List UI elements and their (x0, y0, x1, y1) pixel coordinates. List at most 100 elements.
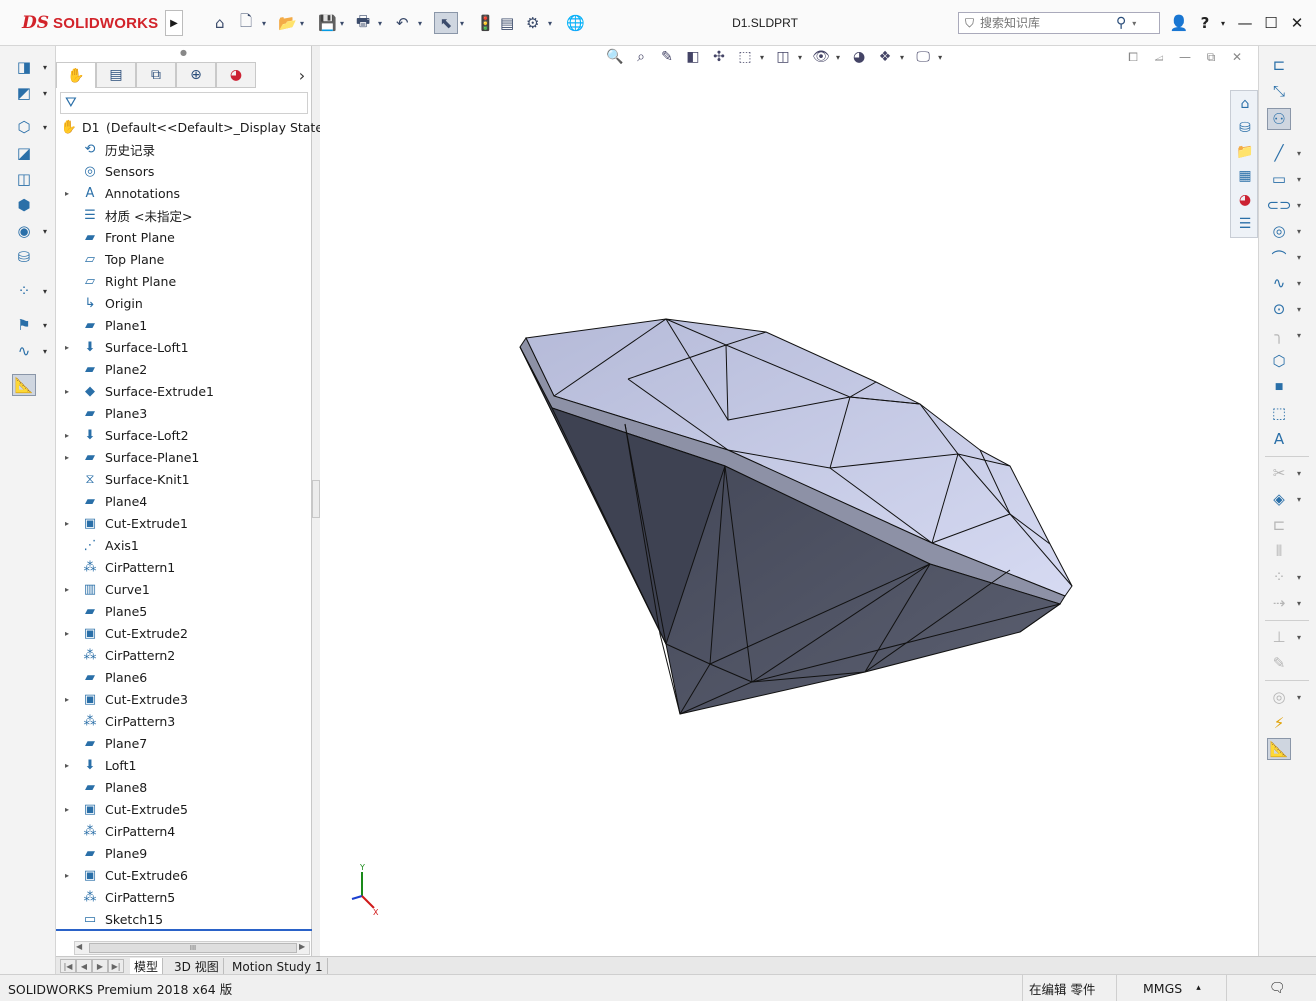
tree-item[interactable]: ⁂ CirPattern5 (56, 886, 312, 908)
more-tabs-icon[interactable]: › (294, 62, 310, 88)
view-settings-icon[interactable]: 🖵 (912, 46, 934, 68)
dropdown-icon[interactable]: ▾ (43, 347, 47, 356)
tree-item[interactable]: ▰ Plane4 (56, 490, 312, 512)
expand-arrow-icon[interactable]: ▸ (62, 585, 72, 594)
gem-model[interactable]: Y X (320, 46, 1258, 956)
dropdown-icon[interactable]: ▾ (1297, 573, 1301, 582)
dropdown-icon[interactable]: ▾ (1297, 149, 1301, 158)
dropdown-icon[interactable]: ▾ (43, 321, 47, 330)
display-style-icon[interactable]: ◫ (772, 46, 794, 68)
spline-icon[interactable]: ∿ (1267, 272, 1291, 294)
dropdown-icon[interactable]: ▾ (760, 53, 764, 62)
dropdown-icon[interactable]: ▾ (262, 12, 266, 34)
dropdown-icon[interactable]: ▾ (900, 53, 904, 62)
scroll-right-icon[interactable]: ▶ (299, 942, 305, 951)
file-explorer-icon[interactable]: 📁 (1233, 141, 1257, 163)
expand-arrow-icon[interactable]: ▸ (62, 387, 72, 396)
rebuild-icon[interactable]: 🚦 (476, 12, 495, 34)
dropdown-icon[interactable]: ▾ (1297, 175, 1301, 184)
dropdown-icon[interactable]: ▾ (1297, 201, 1301, 210)
panel-grip-icon[interactable]: ● (180, 48, 187, 57)
viewport-restore-icon[interactable]: ⧉ (1202, 48, 1220, 66)
help-dropdown-icon[interactable]: ▾ (1212, 12, 1234, 34)
text-icon[interactable]: A (1267, 428, 1291, 450)
tree-item[interactable]: ▭ Sketch15 (56, 908, 312, 930)
tree-item[interactable]: ▰ Plane9 (56, 842, 312, 864)
previous-tab-icon[interactable]: ◀ (76, 959, 92, 973)
tree-item[interactable]: ▸ ◆ Surface-Extrude1 (56, 380, 312, 402)
reference-geometry-icon[interactable]: ⚑ (12, 314, 36, 336)
tree-item[interactable]: ▰ Plane1 (56, 314, 312, 336)
solidworks-resources-icon[interactable]: ⌂ (1233, 93, 1257, 115)
tree-item[interactable]: ▰ Front Plane (56, 226, 312, 248)
previous-view-icon[interactable]: ✎ (656, 46, 678, 68)
tree-item[interactable]: ◎ Sensors (56, 160, 312, 182)
dropdown-icon[interactable]: ▾ (300, 12, 304, 34)
dropdown-icon[interactable]: ▾ (1297, 227, 1301, 236)
search-scope-icon[interactable]: ⛉ (965, 16, 974, 31)
zoom-to-fit-icon[interactable]: 🔍 (604, 46, 626, 68)
dropdown-icon[interactable]: ▾ (1297, 599, 1301, 608)
tab-3d-views[interactable]: 3D 视图 (170, 958, 224, 975)
expand-arrow-icon[interactable]: ▸ (62, 761, 72, 770)
point-icon[interactable]: ■ (1267, 376, 1291, 398)
new-document-icon[interactable]: 🗋 (240, 12, 252, 34)
expand-arrow-icon[interactable]: ▸ (62, 871, 72, 880)
expand-arrow-icon[interactable]: ▸ (62, 695, 72, 704)
property-manager-tab[interactable]: ▤ (96, 62, 136, 88)
tree-item[interactable]: ▰ Plane2 (56, 358, 312, 380)
globe-icon[interactable]: 🌐 (566, 12, 585, 34)
expand-arrow-icon[interactable]: ▸ (62, 805, 72, 814)
tree-item[interactable]: ⁂ CirPattern2 (56, 644, 312, 666)
tab-motion-study[interactable]: Motion Study 1 (228, 958, 328, 975)
display-manager-tab[interactable]: ◕ (216, 62, 256, 88)
tree-item[interactable]: ▸ ▰ Surface-Plane1 (56, 446, 312, 468)
view-sketch-relations-icon[interactable]: ⚇ (1267, 108, 1291, 130)
dropdown-icon[interactable]: ▾ (43, 123, 47, 132)
maximize-button[interactable]: ☐ (1260, 12, 1282, 34)
home-icon[interactable]: ⌂ (215, 12, 225, 34)
dimxpert-tab[interactable]: ⊕ (176, 62, 216, 88)
swept-icon[interactable]: ◪ (12, 142, 36, 164)
tooltip-icon[interactable]: 🗨 (1269, 981, 1286, 996)
apply-scene-icon[interactable]: ❖ (874, 46, 896, 68)
quick-snaps-icon[interactable]: ◎ (1267, 686, 1291, 708)
design-library-icon[interactable]: ⛁ (1233, 117, 1257, 139)
extruded-cut-icon[interactable]: ⬡ (12, 116, 36, 138)
move-entities-icon[interactable]: ⇢ (1267, 592, 1291, 614)
boundary-icon[interactable]: ⬢ (12, 194, 36, 216)
custom-properties-icon[interactable]: ☰ (1233, 213, 1257, 235)
tree-item[interactable]: ▸ ▣ Cut-Extrude6 (56, 864, 312, 886)
tree-item[interactable]: ▰ Plane3 (56, 402, 312, 424)
dropdown-icon[interactable]: ▾ (1297, 633, 1301, 642)
save-icon[interactable]: 💾 (318, 12, 337, 34)
expand-arrow-icon[interactable]: ▸ (62, 431, 72, 440)
tree-item[interactable]: ▸ A Annotations (56, 182, 312, 204)
circle-icon[interactable]: ◎ (1267, 220, 1291, 242)
options-icon[interactable]: ⚙ (526, 12, 539, 34)
zoom-to-area-icon[interactable]: ⌕ (630, 46, 652, 68)
panel-splitter[interactable] (312, 480, 320, 518)
open-icon[interactable]: 📂 (278, 12, 297, 34)
dropdown-icon[interactable]: ▾ (1297, 495, 1301, 504)
units-arrow-icon[interactable]: ▴ (1196, 983, 1201, 993)
dropdown-icon[interactable]: ▾ (43, 63, 47, 72)
tile-vertical-icon[interactable]: ⧡ (1150, 48, 1168, 66)
dropdown-icon[interactable]: ▾ (1297, 469, 1301, 478)
sketch-pattern-icon[interactable]: ⁘ (1267, 566, 1291, 588)
view-orientation-icon[interactable]: ⬚ (734, 46, 756, 68)
tree-item[interactable]: ▸ ▣ Cut-Extrude2 (56, 622, 312, 644)
rapid-sketch-icon[interactable]: ⚡ (1267, 712, 1291, 734)
dropdown-icon[interactable]: ▾ (378, 12, 382, 34)
revolved-boss-icon[interactable]: ◩ (12, 82, 36, 104)
feature-manager-tab[interactable]: ✋ (56, 62, 96, 88)
tree-item[interactable]: ▰ Plane7 (56, 732, 312, 754)
expand-arrow-icon[interactable]: ▸ (62, 453, 72, 462)
next-tab-icon[interactable]: ▶ (92, 959, 108, 973)
fillet-icon[interactable]: ◉ (12, 220, 36, 242)
dropdown-icon[interactable]: ▾ (43, 89, 47, 98)
feature-filter[interactable]: ⛛ (60, 92, 308, 114)
dropdown-icon[interactable]: ▾ (1297, 331, 1301, 340)
select-icon[interactable]: ⬉ (434, 12, 458, 34)
dropdown-icon[interactable]: ▾ (548, 12, 552, 34)
